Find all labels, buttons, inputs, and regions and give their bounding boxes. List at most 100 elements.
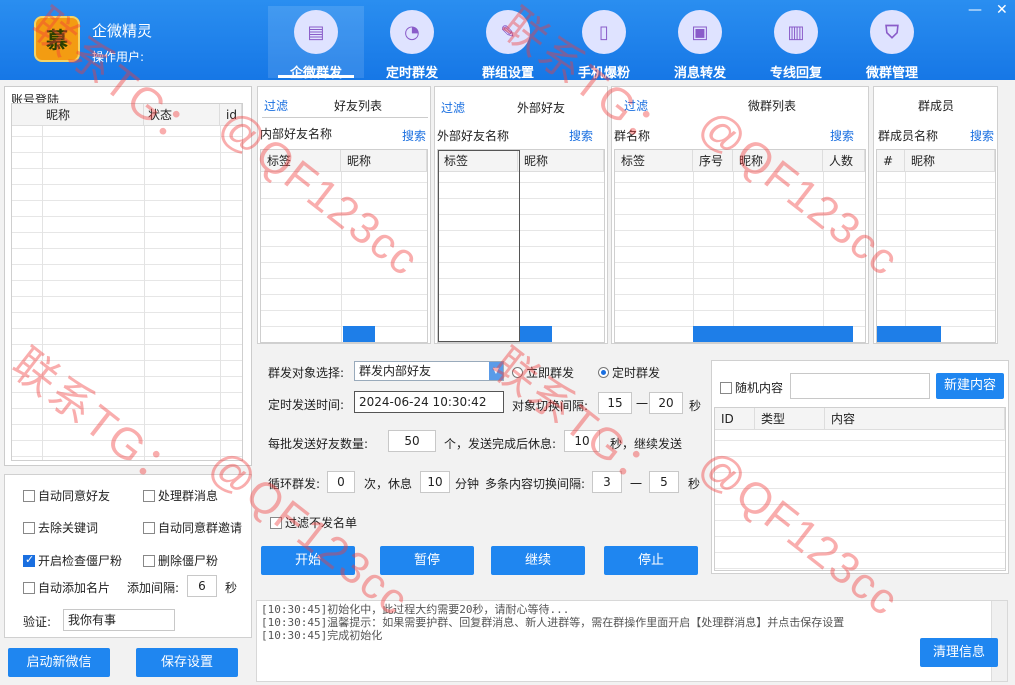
resume-button[interactable]: 继续 xyxy=(491,546,585,575)
handle-group-msg-checkbox[interactable]: 处理群消息 xyxy=(143,487,218,504)
log-line: [10:30:45]初始化中，此过程大约需要20秒，请耐心等待... xyxy=(261,603,570,616)
account-table[interactable]: 昵称 状态 id xyxy=(11,103,243,461)
switch-max-input[interactable]: 20 xyxy=(649,392,683,414)
friends-list-tab[interactable]: 好友列表 xyxy=(334,97,382,114)
batch-after-label: 个，发送完成后休息: xyxy=(444,437,557,451)
loop-rest-input[interactable]: 10 xyxy=(420,471,450,493)
members-search-label: 群成员名称 xyxy=(878,129,939,143)
log-line: [10:30:45]温馨提示：如果需要护群、回复群消息、新人进群等，需在群操作里… xyxy=(261,616,845,629)
nav-group-manage[interactable]: ⛉ 微群管理 xyxy=(844,6,940,81)
col-hash: # xyxy=(877,150,905,171)
random-content-checkbox[interactable]: 随机内容 xyxy=(720,379,783,396)
new-content-button[interactable]: 新建内容 xyxy=(936,373,1004,399)
main-nav: ▤ 企微群发 ◔ 定时群发 ✎ 群组设置 ▯ 手机爆粉 ▣ 消息转发 ▥ 专线回… xyxy=(268,6,940,81)
nav-phone-fans[interactable]: ▯ 手机爆粉 xyxy=(556,6,652,81)
friends-search-button[interactable]: 搜索 xyxy=(402,127,426,144)
content-input[interactable] xyxy=(790,373,930,399)
friends-table[interactable]: 标签 昵称 xyxy=(260,149,428,343)
col-tag: 标签 xyxy=(615,150,693,171)
multi-min-input[interactable]: 3 xyxy=(592,471,622,493)
nav-label: 手机爆粉 xyxy=(577,66,630,81)
group-list-panel: 过滤 微群列表 群名称 搜索 标签 序号 昵称 人数 xyxy=(611,86,869,344)
phone-message-icon: ▤ xyxy=(294,10,338,54)
checkbox-label: 自动同意群邀请 xyxy=(158,521,243,535)
mobile-phone-icon: ▯ xyxy=(582,10,626,54)
verify-input[interactable]: 我你有事 xyxy=(63,609,175,631)
title-bar: 慕 企微精灵 操作用户: ▤ 企微群发 ◔ 定时群发 ✎ 群组设置 ▯ 手机爆粉… xyxy=(0,0,1015,81)
pause-button[interactable]: 暂停 xyxy=(380,546,474,575)
content-table[interactable]: ID 类型 内容 xyxy=(714,407,1006,571)
switch-min-input[interactable]: 15 xyxy=(598,392,632,414)
group-search-button[interactable]: 搜索 xyxy=(830,127,854,144)
friends-filter-tab[interactable]: 过滤 xyxy=(264,97,288,114)
group-members-title: 群成员 xyxy=(918,99,955,113)
verify-label: 验证: xyxy=(23,615,52,629)
check-zombie-checkbox[interactable]: 开启检查僵尸粉 xyxy=(23,552,122,569)
col-nickname: 昵称 xyxy=(733,150,823,171)
timed-send-radio[interactable]: 定时群发 xyxy=(598,364,660,381)
nav-timed-send[interactable]: ◔ 定时群发 xyxy=(364,6,460,81)
nav-label: 群组设置 xyxy=(481,66,534,81)
close-button[interactable]: ✕ xyxy=(996,2,1008,18)
external-filter-tab[interactable]: 过滤 xyxy=(441,99,465,116)
group-list-tab[interactable]: 微群列表 xyxy=(748,97,796,114)
rest-input[interactable]: 10 xyxy=(564,430,600,452)
group-filter-tab[interactable]: 过滤 xyxy=(624,97,648,114)
loop-unit: 次，休息 xyxy=(364,477,413,491)
target-label: 群发对象选择: xyxy=(268,366,345,380)
delete-zombie-checkbox[interactable]: 删除僵尸粉 xyxy=(143,552,218,569)
operator-label: 操作用户: xyxy=(92,50,145,64)
checkbox-label: 删除僵尸粉 xyxy=(158,554,219,568)
group-scrollbar[interactable] xyxy=(693,326,853,342)
target-select[interactable]: 群发内部好友 ▼ xyxy=(354,361,504,381)
minimize-button[interactable]: — xyxy=(968,2,982,18)
loop-count-input[interactable]: 0 xyxy=(327,471,355,493)
col-nickname: 昵称 xyxy=(341,150,427,171)
friends-table-header: 标签 昵称 xyxy=(261,150,427,172)
members-table[interactable]: # 昵称 xyxy=(876,149,996,343)
checkbox-label: 去除关键词 xyxy=(38,521,99,535)
remove-keywords-checkbox[interactable]: 去除关键词 xyxy=(23,519,98,536)
col-content: 内容 xyxy=(825,408,1005,429)
skip-blacklist-checkbox[interactable]: 过滤不发名单 xyxy=(270,514,357,531)
shield-icon: ⛉ xyxy=(870,10,914,54)
nav-label: 专线回复 xyxy=(769,66,822,81)
log-panel[interactable]: [10:30:45]初始化中，此过程大约需要20秒，请耐心等待... [10:3… xyxy=(256,600,1008,682)
members-search-button[interactable]: 搜索 xyxy=(970,127,994,144)
add-interval-input[interactable]: 6 xyxy=(187,575,217,597)
timed-datetime-input[interactable]: 2024-06-24 10:30:42 xyxy=(354,391,504,413)
target-select-value: 群发内部好友 xyxy=(359,364,432,378)
radio-label: 立即群发 xyxy=(526,366,575,380)
stop-button[interactable]: 停止 xyxy=(604,546,698,575)
external-friends-panel: 过滤 外部好友 外部好友名称 搜索 标签 昵称 xyxy=(434,86,608,344)
send-now-radio[interactable]: 立即群发 xyxy=(512,364,574,381)
radio-label: 定时群发 xyxy=(612,366,661,380)
add-interval-label: 添加间隔: xyxy=(127,581,180,595)
app-logo: 慕 xyxy=(34,16,80,62)
group-table[interactable]: 标签 序号 昵称 人数 xyxy=(614,149,866,343)
auto-add-card-checkbox[interactable]: 自动添加名片 xyxy=(23,579,110,596)
save-settings-button[interactable]: 保存设置 xyxy=(136,648,238,677)
nav-mass-send[interactable]: ▤ 企微群发 xyxy=(268,6,364,81)
start-button[interactable]: 开始 xyxy=(261,546,355,575)
nav-message-forward[interactable]: ▣ 消息转发 xyxy=(652,6,748,81)
col-tag: 标签 xyxy=(261,150,341,171)
log-line: [10:30:45]完成初始化 xyxy=(261,629,383,642)
members-scrollbar[interactable] xyxy=(877,326,941,342)
nav-dedicated-reply[interactable]: ▥ 专线回复 xyxy=(748,6,844,81)
auto-accept-friend-checkbox[interactable]: 自动同意好友 xyxy=(23,487,110,504)
start-wechat-button[interactable]: 启动新微信 xyxy=(8,648,110,677)
external-friends-tab[interactable]: 外部好友 xyxy=(517,99,565,116)
external-table[interactable]: 标签 昵称 xyxy=(437,149,605,343)
col-id: id xyxy=(220,104,242,125)
external-scrollbar[interactable] xyxy=(520,326,552,342)
clear-log-button[interactable]: 清理信息 xyxy=(920,638,998,667)
friends-scrollbar[interactable] xyxy=(343,326,375,342)
auto-accept-group-checkbox[interactable]: 自动同意群邀请 xyxy=(143,519,242,536)
multi-max-input[interactable]: 5 xyxy=(649,471,679,493)
external-search-button[interactable]: 搜索 xyxy=(569,127,593,144)
batch-size-input[interactable]: 50 xyxy=(388,430,436,452)
switch-interval-label: 对象切换间隔: xyxy=(512,399,589,413)
nav-group-settings[interactable]: ✎ 群组设置 xyxy=(460,6,556,81)
checkbox-label: 开启检查僵尸粉 xyxy=(38,554,123,568)
